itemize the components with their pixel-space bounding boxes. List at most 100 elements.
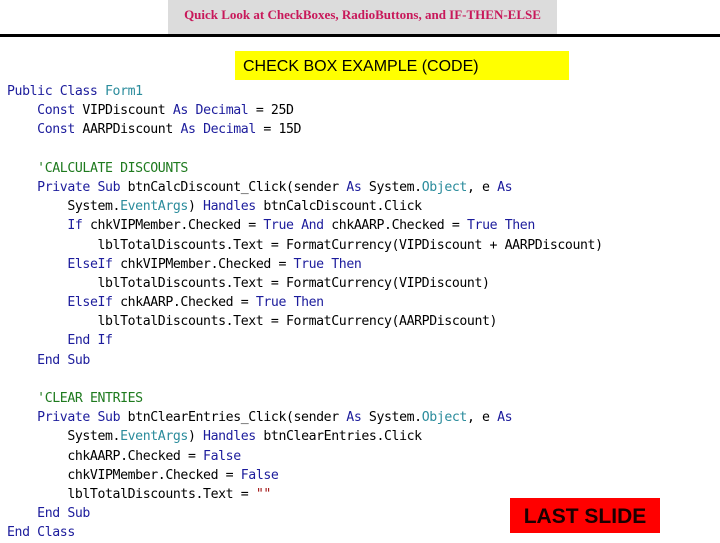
code-keyword: True [466, 218, 498, 234]
code-keyword: Then [293, 295, 325, 311]
code-text: , e [466, 179, 498, 195]
code-keyword: Decimal [195, 103, 249, 119]
code-keyword: As [497, 179, 513, 195]
code-keyword: Const [37, 103, 75, 119]
code-keyword: If [67, 218, 83, 234]
code-line: If chkVIPMember.Checked = True And chkAA… [7, 216, 603, 235]
code-text: btnCalcDiscount.Click [255, 199, 422, 215]
code-line: End Sub [7, 351, 603, 370]
code-line: chkVIPMember.Checked = False [7, 466, 603, 485]
slide-title: Quick Look at CheckBoxes, RadioButtons, … [184, 7, 541, 22]
code-text: chkVIPMember.Checked = [112, 256, 294, 272]
code-text: chkAARP.Checked = [7, 448, 204, 464]
code-text: System. [361, 410, 422, 426]
code-line: Const AARPDiscount As Decimal = 15D [7, 120, 603, 139]
code-keyword: Private Sub [37, 179, 121, 195]
code-keyword: Decimal [203, 122, 256, 138]
last-slide-button[interactable]: LAST SLIDE [510, 498, 660, 533]
code-text: , e [466, 410, 498, 426]
code-keyword: As [172, 103, 188, 119]
code-text: System. [361, 179, 422, 195]
code-keyword: Then [331, 256, 362, 272]
code-line: 'CALCULATE DISCOUNTS [7, 159, 603, 178]
code-line: chkAARP.Checked = False [7, 447, 603, 466]
code-line: Private Sub btnCalcDiscount_Click(sender… [7, 178, 603, 197]
code-text: btnClearEntries.Click [255, 429, 422, 445]
code-text: lblTotalDiscounts.Text = FormatCurrency(… [7, 275, 490, 291]
code-type: Object [421, 410, 468, 426]
code-line: 'CLEAR ENTRIES [7, 389, 603, 408]
code-keyword: Handles [203, 199, 256, 215]
code-line: Const VIPDiscount As Decimal = 25D [7, 101, 603, 120]
code-type: EventArgs [120, 199, 188, 215]
code-keyword: Public Class [7, 84, 106, 99]
header-divider [0, 34, 720, 37]
code-line: Public Class Form1 [7, 82, 603, 101]
code-line: Private Sub btnClearEntries_Click(sender… [7, 408, 603, 427]
code-keyword: End Class [7, 525, 75, 541]
code-keyword: True [293, 256, 325, 272]
code-keyword: Handles [203, 429, 256, 445]
code-keyword: Private Sub [37, 410, 121, 426]
code-line: lblTotalDiscounts.Text = FormatCurrency(… [7, 274, 603, 293]
code-type: Form1 [105, 84, 143, 99]
code-type: EventArgs [120, 429, 188, 445]
code-text: VIPDiscount [74, 103, 173, 119]
code-text: chkAARP.Checked = [112, 295, 256, 311]
code-keyword: False [203, 448, 241, 464]
code-keyword: ElseIf [67, 295, 113, 311]
code-line: ElseIf chkVIPMember.Checked = True Then [7, 255, 603, 274]
code-keyword: False [240, 467, 279, 483]
code-text: = 15D [255, 122, 302, 138]
code-keyword: As [346, 410, 362, 426]
code-string: "" [255, 486, 271, 502]
code-keyword: As [180, 122, 196, 138]
code-text: chkVIPMember.Checked = [7, 467, 241, 483]
code-text: chkVIPMember.Checked = [82, 218, 264, 234]
code-keyword: True [255, 295, 287, 311]
code-text: ) [187, 199, 204, 215]
code-keyword: And [301, 218, 324, 234]
code-text: AARPDiscount [74, 122, 181, 138]
code-text: chkAARP.Checked = [323, 218, 467, 234]
code-comment: 'CLEAR ENTRIES [37, 391, 143, 406]
code-text: System. [7, 199, 121, 215]
code-line: ElseIf chkAARP.Checked = True Then [7, 293, 603, 312]
code-listing: Public Class Form1 Const VIPDiscount As … [7, 82, 603, 543]
code-line: End If [7, 331, 603, 350]
code-keyword: Then [504, 218, 536, 234]
section-heading: CHECK BOX EXAMPLE (CODE) [235, 51, 569, 80]
code-text: lblTotalDiscounts.Text = FormatCurrency(… [7, 237, 603, 253]
code-line: System.EventArgs) Handles btnCalcDiscoun… [7, 197, 603, 216]
code-text: ) [187, 429, 204, 445]
code-text: lblTotalDiscounts.Text = FormatCurrency(… [7, 314, 498, 330]
code-line: lblTotalDiscounts.Text = FormatCurrency(… [7, 312, 603, 331]
code-keyword: True [263, 218, 294, 234]
code-keyword: End If [67, 333, 113, 349]
header-title-box: Quick Look at CheckBoxes, RadioButtons, … [168, 0, 557, 34]
code-line: lblTotalDiscounts.Text = FormatCurrency(… [7, 236, 603, 255]
code-keyword: As [346, 179, 362, 195]
code-comment: 'CALCULATE DISCOUNTS [37, 160, 188, 176]
code-keyword: Const [37, 122, 75, 138]
code-text: btnCalcDiscount_Click(sender [120, 179, 347, 195]
code-line: System.EventArgs) Handles btnClearEntrie… [7, 427, 603, 446]
code-keyword: End Sub [37, 506, 90, 522]
